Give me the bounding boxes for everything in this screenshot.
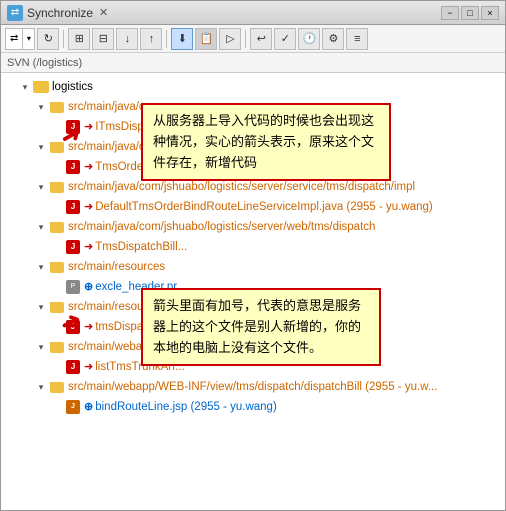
java-file-icon: J <box>65 359 81 375</box>
list-item[interactable]: J ➜ TmsDispatchBill... <box>1 237 505 257</box>
tree-item-label: DefaultTmsOrderBindRouteLineServiceImpl.… <box>95 198 433 216</box>
root-label: logistics <box>52 78 93 96</box>
title-bar-left: ⇄ Synchronize ✕ <box>7 5 108 21</box>
svn-arrow: ➜ <box>84 358 93 376</box>
expand-icon[interactable]: ▾ <box>33 139 49 155</box>
tree-container: ▾ logistics ▾ src/main/java/com J <box>1 73 505 510</box>
folder-icon <box>49 379 65 395</box>
commit-button[interactable]: 📋 <box>195 28 217 50</box>
resolve-button[interactable]: ✓ <box>274 28 296 50</box>
expand-icon[interactable]: ▾ <box>33 259 49 275</box>
tree-item-label: src/main/webapp/WEB-INF/view/tms/dispatc… <box>68 378 437 396</box>
update-button[interactable]: ⬇ <box>171 28 193 50</box>
next-diff-button[interactable]: ↓ <box>116 28 138 50</box>
window-icon: ⇄ <box>7 5 23 21</box>
extra-button[interactable]: ≡ <box>346 28 368 50</box>
java-file-icon: J <box>65 159 81 175</box>
separator-1 <box>63 30 64 48</box>
tree-item-label: bindRouteLine.jsp (2955 - yu.wang) <box>95 398 277 416</box>
history-button[interactable]: 🕐 <box>298 28 320 50</box>
separator-2 <box>166 30 167 48</box>
jsp-file-icon: J <box>65 399 81 415</box>
tooltip-2: 箭头里面有加号，代表的意思是服务器上的这个文件是别人新增的，你的本地的电脑上没有… <box>141 288 381 366</box>
list-item[interactable]: ▾ src/main/java/com/jshuabo/logistics/se… <box>1 217 505 237</box>
collapse-all-button[interactable]: ⊟ <box>92 28 114 50</box>
tree-item-label: src/main/java/com/jshuabo/logistics/serv… <box>68 218 375 236</box>
expand-icon[interactable]: ▾ <box>33 379 49 395</box>
tree-item-label: src/main/resources <box>68 258 165 276</box>
properties-button[interactable]: ⚙ <box>322 28 344 50</box>
refresh-button[interactable]: ↻ <box>37 28 59 50</box>
minimize-button[interactable]: − <box>441 6 459 20</box>
expand-icon[interactable]: ▾ <box>33 179 49 195</box>
tooltip-1: 从服务器上导入代码的时候也会出现这种情况，实心的箭头表示，原来这个文件存在，新增… <box>141 103 391 181</box>
list-item[interactable]: J ➜ DefaultTmsOrderBindRouteLineServiceI… <box>1 197 505 217</box>
tooltip-1-text: 从服务器上导入代码的时候也会出现这种情况，实心的箭头表示，原来这个文件存在，新增… <box>153 113 374 170</box>
svn-arrow: ➜ <box>84 158 93 176</box>
folder-icon <box>49 219 65 235</box>
window-controls: − □ × <box>441 6 499 20</box>
svn-add-arrow: ⊕ <box>84 278 93 296</box>
folder-icon <box>33 79 49 95</box>
java-file-icon: J <box>65 239 81 255</box>
expand-icon[interactable]: ▾ <box>33 339 49 355</box>
expand-all-button[interactable]: ⊞ <box>68 28 90 50</box>
title-bar: ⇄ Synchronize ✕ − □ × <box>1 1 505 25</box>
properties-file-icon: P <box>65 279 81 295</box>
expand-icon[interactable]: ▾ <box>33 299 49 315</box>
close-button[interactable]: × <box>481 6 499 20</box>
folder-icon <box>49 179 65 195</box>
svn-arrow: ➜ <box>84 238 93 256</box>
svn-modified-arrow: ➜ <box>84 118 93 136</box>
folder-icon <box>49 259 65 275</box>
list-item[interactable]: ▾ src/main/webapp/WEB-INF/view/tms/dispa… <box>1 377 505 397</box>
merge-button[interactable]: ▷ <box>219 28 241 50</box>
toolbar-dropdown-1[interactable]: ⇄ ▾ <box>5 28 35 50</box>
expand-root[interactable]: ▾ <box>17 79 33 95</box>
expand-icon[interactable]: ▾ <box>33 219 49 235</box>
window-title: Synchronize <box>27 6 93 20</box>
sync-mode-arrow[interactable]: ▾ <box>22 29 34 49</box>
folder-icon <box>49 99 65 115</box>
tooltip-2-text: 箭头里面有加号，代表的意思是服务器上的这个文件是别人新增的，你的本地的电脑上没有… <box>153 298 361 355</box>
tree-item-label: TmsDispatchBill... <box>95 238 187 256</box>
list-item[interactable]: ▾ src/main/resources <box>1 257 505 277</box>
separator-3 <box>245 30 246 48</box>
main-window: ⇄ Synchronize ✕ − □ × ⇄ ▾ ↻ ⊞ ⊟ ↓ ↑ ⬇ 📋 … <box>0 0 506 511</box>
revert-button[interactable]: ↩ <box>250 28 272 50</box>
svn-add-arrow: ⊕ <box>84 398 93 416</box>
breadcrumb: SVN (/logistics) <box>1 53 505 73</box>
svn-arrow: ➜ <box>84 198 93 216</box>
list-item[interactable]: J ⊕ bindRouteLine.jsp (2955 - yu.wang) <box>1 397 505 417</box>
sync-mode-btn[interactable]: ⇄ <box>6 29 22 49</box>
tree-root[interactable]: ▾ logistics <box>1 77 505 97</box>
maximize-button[interactable]: □ <box>461 6 479 20</box>
expand-icon[interactable]: ▾ <box>33 99 49 115</box>
java-file-icon: J <box>65 199 81 215</box>
breadcrumb-text: SVN (/logistics) <box>7 57 82 69</box>
toolbar: ⇄ ▾ ↻ ⊞ ⊟ ↓ ↑ ⬇ 📋 ▷ ↩ ✓ 🕐 ⚙ ≡ <box>1 25 505 53</box>
folder-icon <box>49 339 65 355</box>
tab-close[interactable]: ✕ <box>99 6 108 19</box>
svn-arrow: ➜ <box>84 318 93 336</box>
prev-diff-button[interactable]: ↑ <box>140 28 162 50</box>
